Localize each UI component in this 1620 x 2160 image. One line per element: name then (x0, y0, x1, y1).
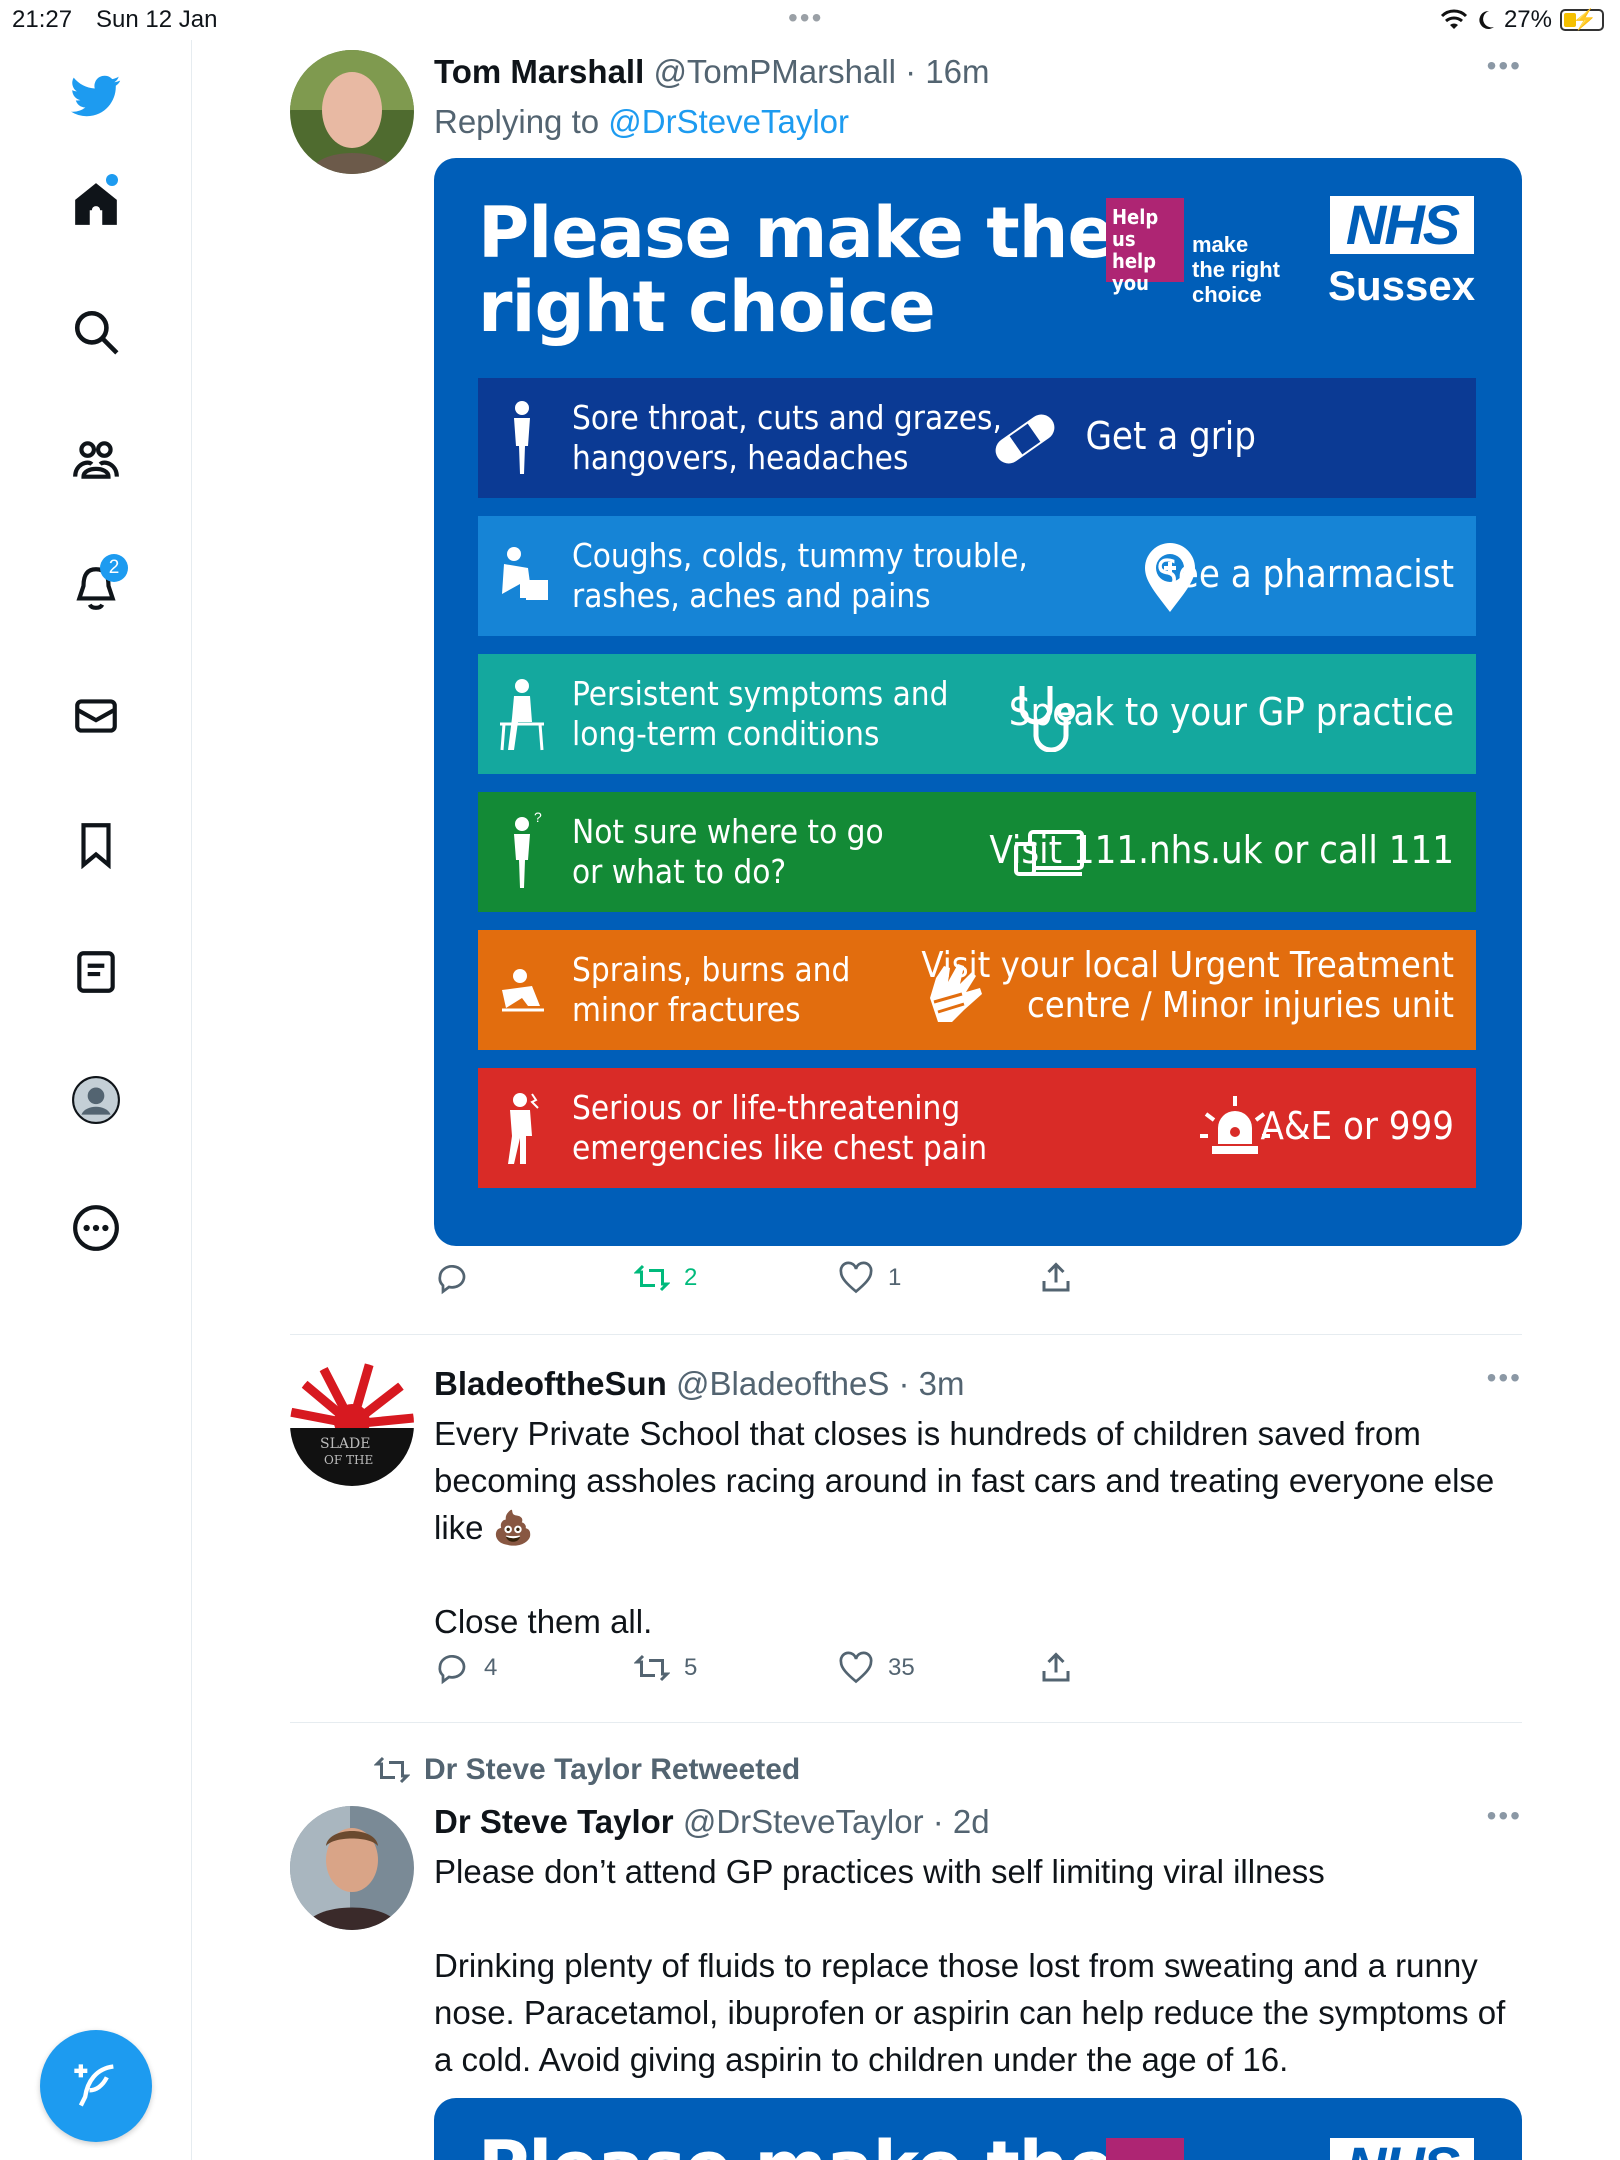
poster-title: Please make the right choice (478, 192, 1115, 348)
poster-row-get-a-grip: Sore throat, cuts and grazes, hangovers, … (478, 378, 1476, 498)
divider (290, 1334, 1522, 1335)
status-time: 21:27 (12, 6, 73, 33)
help-us-logo (1106, 2138, 1184, 2160)
person-ill-icon (502, 547, 548, 600)
tweet-text: Please don’t attend GP practices with se… (434, 1853, 1506, 2078)
status-date: Sun 12 Jan (96, 6, 218, 33)
reply-icon (438, 1265, 466, 1295)
retweet-button[interactable]: 2 (634, 1260, 697, 1296)
share-icon (1042, 1652, 1070, 1682)
help-us-logo: Help us help you make the right choice (1106, 198, 1282, 307)
tweet-header: Dr Steve Taylor @DrSteveTaylor · 2d (434, 1800, 1522, 1844)
reply-button[interactable] (434, 1260, 484, 1296)
reply-button[interactable]: 4 (434, 1650, 497, 1686)
author-name[interactable]: BladeoftheSun (434, 1365, 667, 1402)
person-chest-pain-icon (508, 1093, 539, 1164)
svg-text:?: ? (534, 812, 542, 825)
divider (290, 1722, 1522, 1723)
communities-icon[interactable] (62, 426, 130, 494)
tweet-more-icon[interactable]: ••• (1487, 1800, 1522, 1832)
retweet-button[interactable]: 5 (634, 1650, 697, 1686)
like-button[interactable]: 35 (838, 1650, 915, 1686)
tweet-more-icon[interactable]: ••• (1487, 50, 1522, 82)
author-name[interactable]: Tom Marshall (434, 53, 644, 90)
retweet-icon (634, 1264, 670, 1292)
avatar[interactable] (290, 50, 414, 174)
retweet-icon (374, 1756, 410, 1784)
reply-icon (438, 1655, 466, 1685)
wifi-icon (1440, 9, 1468, 29)
tweet-image-nhs-poster[interactable]: Please make the right choice Help us help… (434, 158, 1522, 1246)
tweet-header: Tom Marshall @TomPMarshall · 16m (434, 50, 1522, 94)
like-button[interactable]: 1 (838, 1260, 901, 1296)
home-icon[interactable] (62, 170, 130, 238)
tweet-header: BladeoftheSun @BladeoftheS · 3m (434, 1362, 1522, 1406)
avatar[interactable] (290, 1806, 414, 1930)
retweeted-by[interactable]: Dr Steve Taylor Retweeted (374, 1752, 800, 1788)
poster-row-111: ? Not sure where to go or what to do? Vis… (478, 792, 1476, 912)
tweet-image-nhs-poster[interactable]: Please make the NHS (434, 2098, 1522, 2160)
heart-icon (839, 1651, 873, 1684)
compose-tweet-button[interactable] (40, 2030, 152, 2142)
mail-icon[interactable] (62, 682, 130, 750)
replying-to-link[interactable]: @DrSteveTaylor (608, 103, 849, 140)
status-right: 27% ⚡ (1440, 6, 1604, 34)
author-name[interactable]: Dr Steve Taylor (434, 1803, 674, 1840)
more-icon[interactable] (62, 1194, 130, 1262)
sidebar: 2 (0, 40, 192, 2160)
tweet-time[interactable]: · 16m (905, 53, 989, 90)
home-unread-dot (106, 174, 118, 186)
svg-text:SLADE: SLADE (320, 1436, 370, 1452)
multitasking-dots-icon[interactable]: ••• (788, 2, 823, 34)
poster-title: Please make the (478, 2130, 1115, 2160)
bell-icon[interactable]: 2 (62, 554, 130, 622)
notifications-badge: 2 (100, 554, 128, 582)
tweet-more-icon[interactable]: ••• (1487, 1362, 1522, 1394)
battery-percent: 27% (1503, 6, 1552, 33)
tweet-actions: 2 1 (434, 1260, 1522, 1310)
twitter-logo-icon[interactable] (62, 62, 130, 130)
share-button[interactable] (1038, 1260, 1074, 1296)
search-icon[interactable] (62, 298, 130, 366)
svg-text:OF THE: OF THE (324, 1453, 373, 1467)
status-bar: 21:27 Sun 12 Jan ••• 27% ⚡ (0, 0, 1620, 40)
heart-icon (839, 1261, 873, 1294)
compose-feather-icon (74, 2064, 114, 2107)
person-confused-icon: ? (514, 812, 542, 888)
retweet-icon (634, 1654, 670, 1682)
author-handle[interactable]: @TomPMarshall (653, 53, 896, 90)
person-injured-icon (502, 969, 544, 1012)
tweet-dr-steve-taylor[interactable]: Dr Steve Taylor @DrSteveTaylor · 2d ••• … (290, 1800, 1522, 2080)
author-handle[interactable]: @BladeoftheS (676, 1365, 889, 1402)
poster-row-ae: Serious or life-threatening emergencies l… (478, 1068, 1476, 1188)
lists-icon[interactable] (62, 938, 130, 1006)
person-seated-icon (500, 679, 544, 751)
bookmark-icon[interactable] (62, 810, 130, 878)
tweet-actions: 4 5 35 (434, 1650, 1522, 1700)
battery-icon: ⚡ (1560, 9, 1604, 31)
share-button[interactable] (1038, 1650, 1074, 1686)
nhs-region: Sussex (1328, 262, 1476, 309)
nhs-logo: NHS (1330, 196, 1474, 254)
share-icon (1042, 1262, 1070, 1292)
tweet-text: Every Private School that closes is hund… (434, 1415, 1495, 1640)
poster-row-gp: Persistent symptoms and long-term conditi… (478, 654, 1476, 774)
nhs-logo: NHS (1330, 2138, 1474, 2160)
poster-row-pharmacist: Coughs, colds, tummy trouble, rashes, ach… (478, 516, 1476, 636)
replying-to: Replying to @DrSteveTaylor (434, 103, 849, 140)
plaster-icon (995, 414, 1055, 464)
avatar[interactable]: SLADE OF THE (290, 1362, 414, 1486)
moon-icon (1479, 10, 1494, 29)
tweet-time[interactable]: · 2d (933, 1803, 990, 1840)
poster-row-urgent-treatment: Sprains, burns and minor fractures Visit … (478, 930, 1476, 1050)
person-standing-icon (514, 401, 530, 474)
profile-icon[interactable] (62, 1066, 130, 1134)
author-handle[interactable]: @DrSteveTaylor (683, 1803, 924, 1840)
tweet-time[interactable]: · 3m (899, 1365, 965, 1402)
